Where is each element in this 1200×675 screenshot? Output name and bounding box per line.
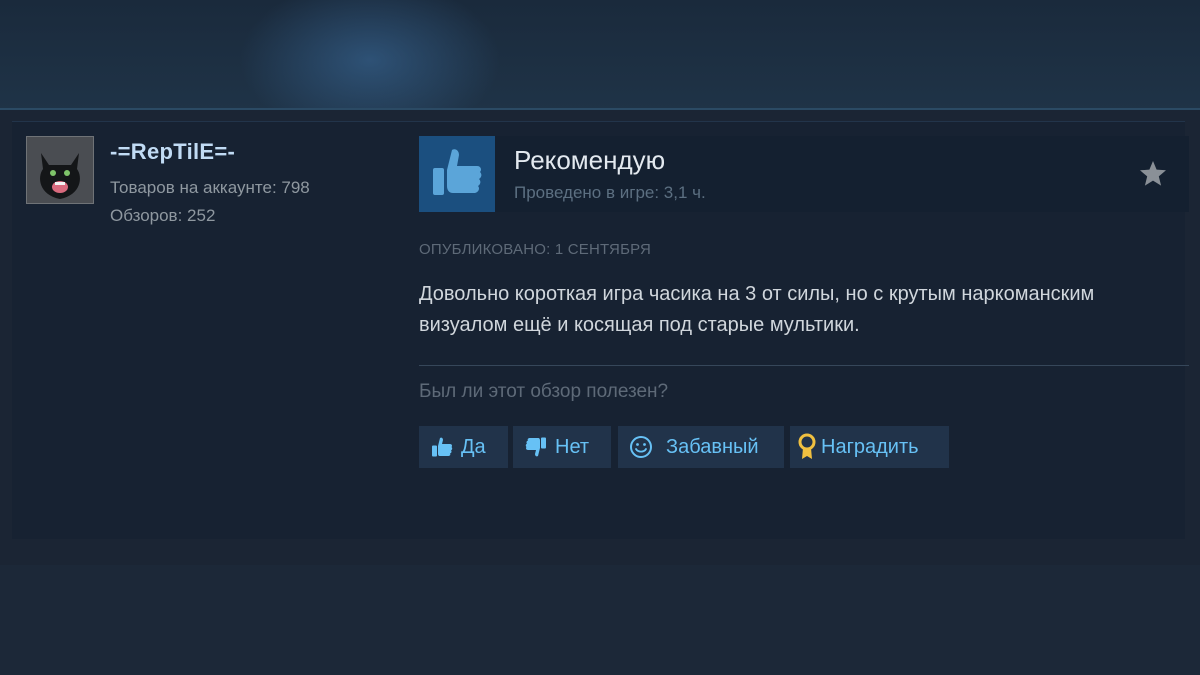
divider xyxy=(419,365,1189,366)
header-divider xyxy=(0,108,1200,110)
author-reviews-count[interactable]: Обзоров: 252 xyxy=(110,206,215,226)
avatar[interactable] xyxy=(26,136,94,204)
author-name[interactable]: -=RepTilE=- xyxy=(110,139,235,165)
star-icon[interactable] xyxy=(1137,158,1169,190)
posted-date: ОПУБЛИКОВАНО: 1 СЕНТЯБРЯ xyxy=(419,241,652,258)
hours-played: Проведено в игре: 3,1 ч. xyxy=(514,183,706,202)
helpful-question: Был ли этот обзор полезен? xyxy=(419,381,669,402)
page-footer-band xyxy=(0,565,1200,675)
award-button[interactable]: Наградить xyxy=(790,426,949,468)
review-body: Довольно короткая игра часика на 3 от си… xyxy=(419,283,1095,336)
author-products-count[interactable]: Товаров на аккаунте: 798 xyxy=(110,178,310,198)
review-verdict[interactable]: Рекомендую xyxy=(514,145,665,176)
thumbs-up-icon xyxy=(432,437,453,457)
vote-no-label: Нет xyxy=(555,435,590,458)
thumbs-down-icon xyxy=(525,437,546,457)
vote-yes-button[interactable]: Да xyxy=(419,426,508,468)
award-icon xyxy=(798,433,816,459)
vote-funny-button[interactable]: Забавный xyxy=(618,426,784,468)
page-header-band xyxy=(0,0,1200,110)
vote-funny-label: Забавный xyxy=(666,435,759,458)
vote-no-button[interactable]: Нет xyxy=(513,426,611,468)
vote-yes-label: Да xyxy=(461,435,486,458)
smiley-icon xyxy=(630,436,652,458)
thumbs-up-icon[interactable] xyxy=(419,136,495,212)
award-label: Наградить xyxy=(821,435,919,458)
review-card: -=RepTilE=- Товаров на аккаунте: 798 Обз… xyxy=(12,121,1189,539)
review-verdict-header: Рекомендую Проведено в игре: 3,1 ч. xyxy=(419,136,1189,212)
